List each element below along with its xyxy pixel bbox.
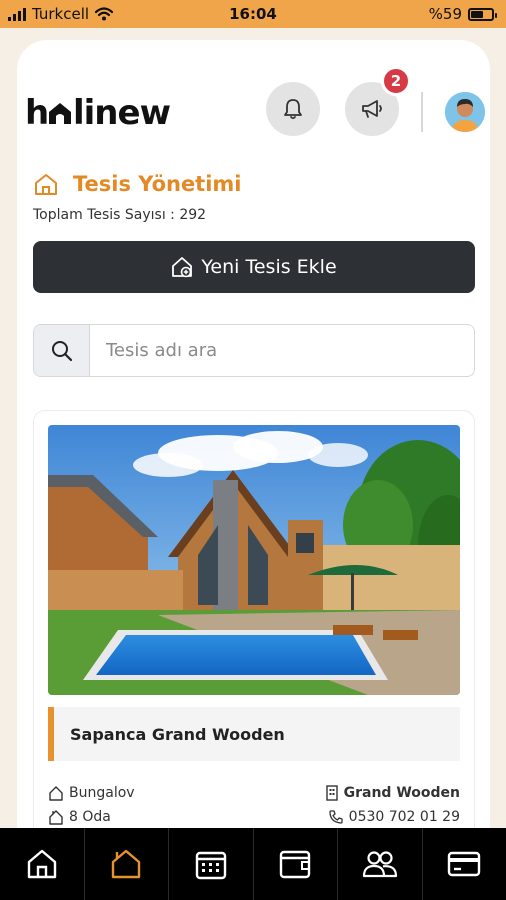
total-count: Toplam Tesis Sayısı : 292	[33, 207, 207, 223]
users-icon	[362, 851, 397, 878]
facility-photo	[48, 425, 460, 695]
facility-name: Sapanca Grand Wooden	[48, 707, 460, 761]
add-facility-button[interactable]: Yeni Tesis Ekle	[33, 241, 475, 293]
search-bar	[33, 324, 475, 377]
home-add-icon	[172, 257, 193, 278]
nav-home[interactable]	[0, 828, 85, 900]
bottom-navigation	[0, 828, 506, 900]
nav-calendar[interactable]	[169, 828, 254, 900]
facility-phone[interactable]: 0530 702 01 29	[328, 809, 460, 825]
home-outline-icon	[35, 174, 57, 195]
header-divider	[421, 92, 423, 132]
facility-type-label: Bungalov	[69, 785, 135, 801]
home-icon	[27, 849, 56, 879]
main-panel: h linew 2 Tesis Yönetimi Toplam Tesis Sa…	[17, 40, 490, 850]
svg-text:linew: linew	[73, 93, 171, 132]
nav-users[interactable]	[338, 828, 423, 900]
page-title: Tesis Yönetimi	[73, 172, 242, 196]
rooms-icon	[49, 810, 63, 825]
search-button[interactable]	[34, 325, 90, 376]
battery-percent: %59	[428, 5, 462, 23]
nav-payments[interactable]	[423, 828, 506, 900]
user-avatar[interactable]	[445, 92, 485, 132]
status-bar: Turkcell 16:04 %59	[0, 0, 506, 28]
add-facility-label: Yeni Tesis Ekle	[201, 256, 337, 278]
facility-rooms-label: 8 Oda	[69, 809, 111, 825]
home-outline-icon	[49, 786, 63, 801]
app-logo[interactable]: h linew	[25, 92, 193, 141]
battery-icon	[468, 7, 497, 21]
facility-phone-label: 0530 702 01 29	[348, 809, 460, 825]
facility-home-icon	[112, 849, 141, 879]
wallet-icon	[280, 850, 311, 879]
notification-button[interactable]	[266, 82, 320, 136]
facility-owner: Grand Wooden	[325, 785, 460, 801]
facility-rooms: 8 Oda	[48, 809, 111, 825]
announcement-badge: 2	[381, 66, 411, 96]
search-input[interactable]	[90, 325, 474, 376]
section-heading: Tesis Yönetimi	[33, 172, 242, 196]
credit-card-icon	[448, 851, 481, 877]
facility-card[interactable]: Sapanca Grand Wooden Bungalov 8 Oda Gran	[33, 410, 475, 850]
avatar-illustration	[445, 92, 485, 132]
nav-facilities[interactable]	[85, 828, 169, 900]
phone-icon	[329, 810, 343, 824]
announcements-button[interactable]: 2	[345, 66, 411, 136]
svg-text:h: h	[25, 93, 48, 132]
facility-owner-label: Grand Wooden	[343, 785, 460, 801]
nav-wallet[interactable]	[254, 828, 338, 900]
battery-fill	[471, 10, 483, 18]
building-icon	[325, 785, 338, 801]
megaphone-icon	[362, 100, 382, 118]
status-right: %59	[428, 5, 497, 23]
bell-icon	[284, 99, 302, 120]
holinew-logo: h linew	[25, 93, 172, 133]
facility-type: Bungalov	[48, 785, 135, 801]
calendar-icon	[195, 851, 226, 880]
search-icon	[51, 340, 72, 361]
facility-image	[48, 425, 460, 695]
